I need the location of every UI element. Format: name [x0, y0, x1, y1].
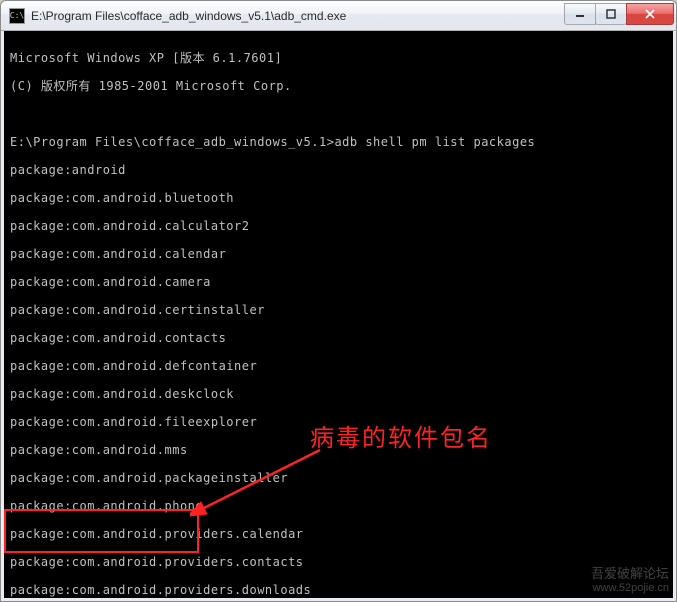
maximize-button[interactable]	[595, 3, 627, 25]
package-line: package:com.android.packageinstaller	[10, 471, 667, 485]
package-line: package:com.android.defcontainer	[10, 359, 667, 373]
window-controls	[565, 3, 674, 25]
window-title: E:\Program Files\cofface_adb_windows_v5.…	[31, 9, 559, 23]
package-line: package:com.android.mms	[10, 443, 667, 457]
package-line: package:com.android.certinstaller	[10, 303, 667, 317]
package-line: package:com.android.bluetooth	[10, 191, 667, 205]
console-command-line: E:\Program Files\cofface_adb_windows_v5.…	[10, 135, 667, 149]
close-button[interactable]	[626, 3, 674, 25]
package-line: package:com.android.providers.calendar	[10, 527, 667, 541]
cmd-icon: C:\	[9, 8, 25, 24]
minimize-button[interactable]	[564, 3, 596, 25]
console-blank	[10, 107, 667, 121]
console-line: Microsoft Windows XP [版本 6.1.7601]	[10, 51, 667, 65]
package-line: package:com.android.fileexplorer	[10, 415, 667, 429]
package-line: package:com.android.camera	[10, 275, 667, 289]
package-line: package:com.android.contacts	[10, 331, 667, 345]
titlebar[interactable]: C:\ E:\Program Files\cofface_adb_windows…	[1, 1, 676, 31]
package-line: package:com.android.calculator2	[10, 219, 667, 233]
package-line: package:com.android.providers.downloads	[10, 583, 667, 597]
console-window: C:\ E:\Program Files\cofface_adb_windows…	[0, 0, 677, 602]
package-line: package:com.android.deskclock	[10, 387, 667, 401]
console-line: (C) 版权所有 1985-2001 Microsoft Corp.	[10, 79, 667, 93]
console-output[interactable]: Microsoft Windows XP [版本 6.1.7601] (C) 版…	[1, 31, 676, 601]
package-line: package:com.android.providers.contacts	[10, 555, 667, 569]
package-line: package:com.android.phone	[10, 499, 667, 513]
package-line: package:android	[10, 163, 667, 177]
package-line: package:com.android.calendar	[10, 247, 667, 261]
